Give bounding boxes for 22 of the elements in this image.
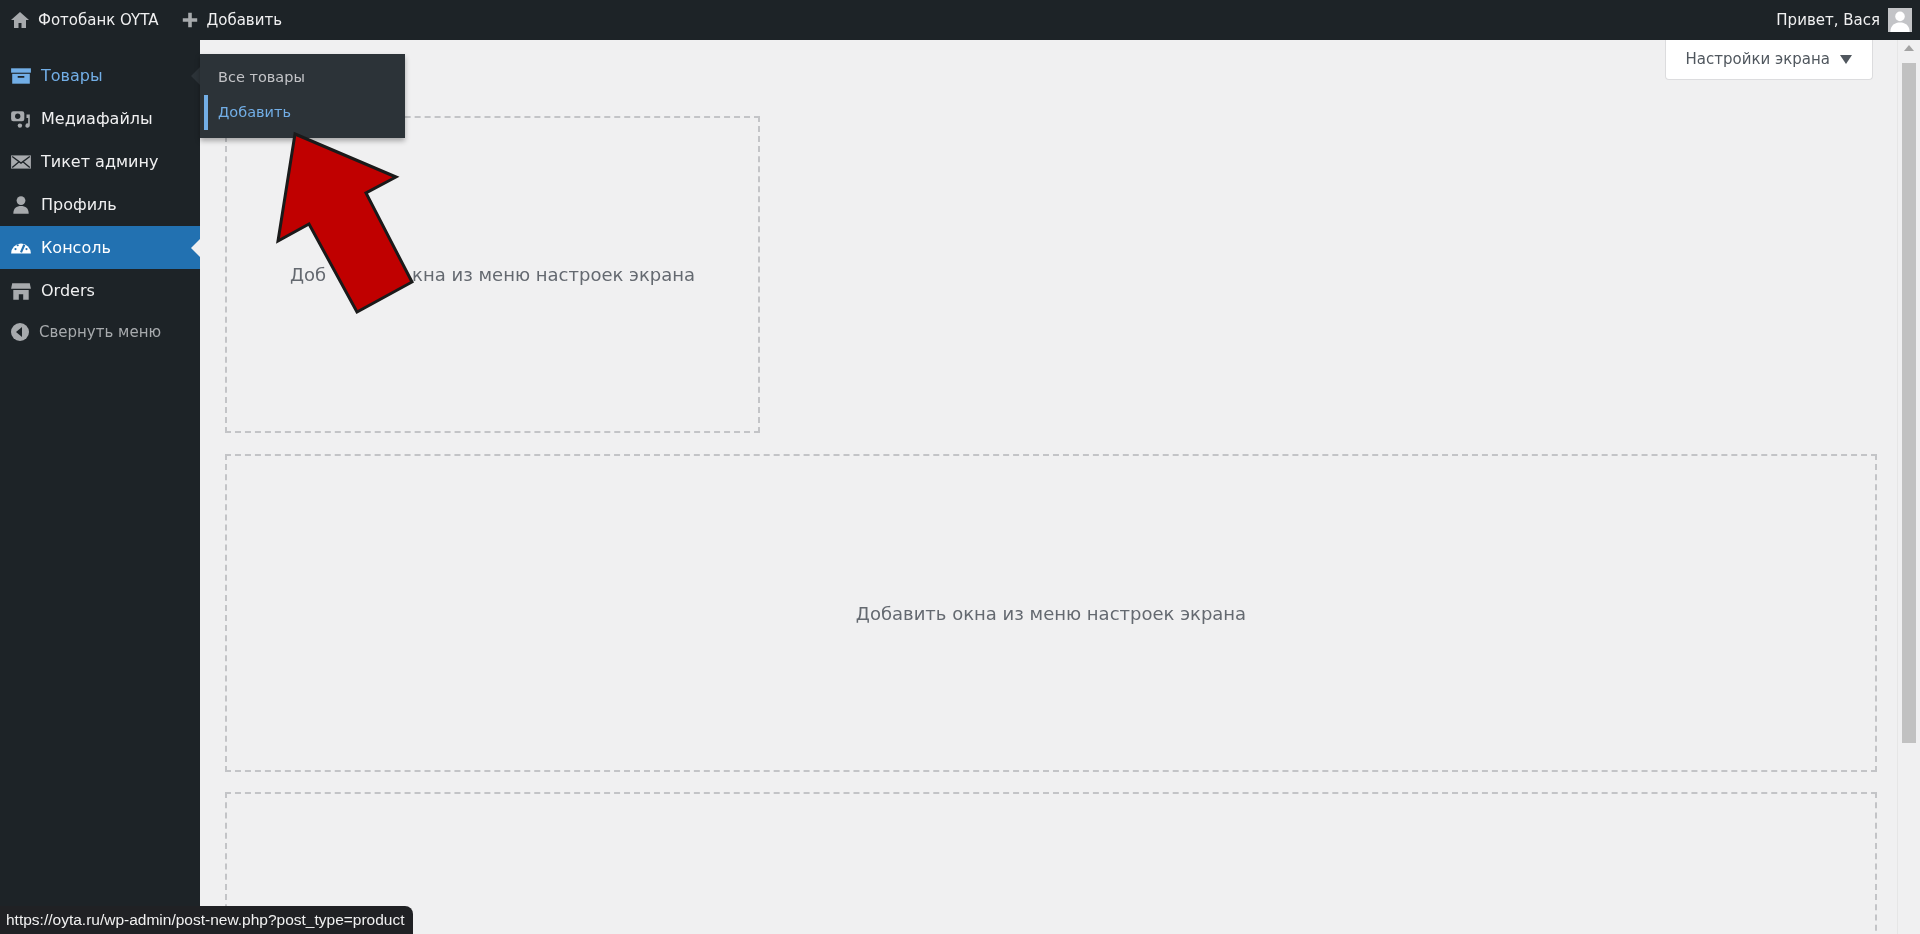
greeting-link[interactable]: Привет, Вася [1776,11,1880,29]
new-link[interactable]: Добавить [180,11,282,29]
screen-options-button[interactable]: Настройки экрана [1664,40,1873,80]
submenu-item[interactable]: Все товары [200,60,405,95]
plus-icon [180,11,199,29]
sidebar-item[interactable]: Консоль [0,226,200,269]
submenu-item[interactable]: Добавить [204,95,405,130]
sidebar-item[interactable]: Orders [0,269,200,312]
sidebar-item[interactable]: Профиль [0,183,200,226]
collapse-menu-button[interactable]: Свернуть меню [0,312,200,352]
collapse-icon [10,322,30,342]
avatar-icon [1888,8,1912,32]
sidebar-item[interactable]: Медиафайлы [0,97,200,140]
person-icon [10,193,32,216]
placeholder-text: кна из меню настроек экрана [412,264,696,285]
sidebar-item[interactable]: Тикет админу [0,140,200,183]
pointer-notch [191,238,200,257]
site-name-link[interactable]: Фотобанк OYTA [10,10,159,30]
placeholder-text: Добавить окна из меню настроек экрана [855,602,1247,624]
caret-icon [1840,54,1852,64]
placeholder-text: Доб [289,264,327,285]
home-icon [10,10,30,30]
